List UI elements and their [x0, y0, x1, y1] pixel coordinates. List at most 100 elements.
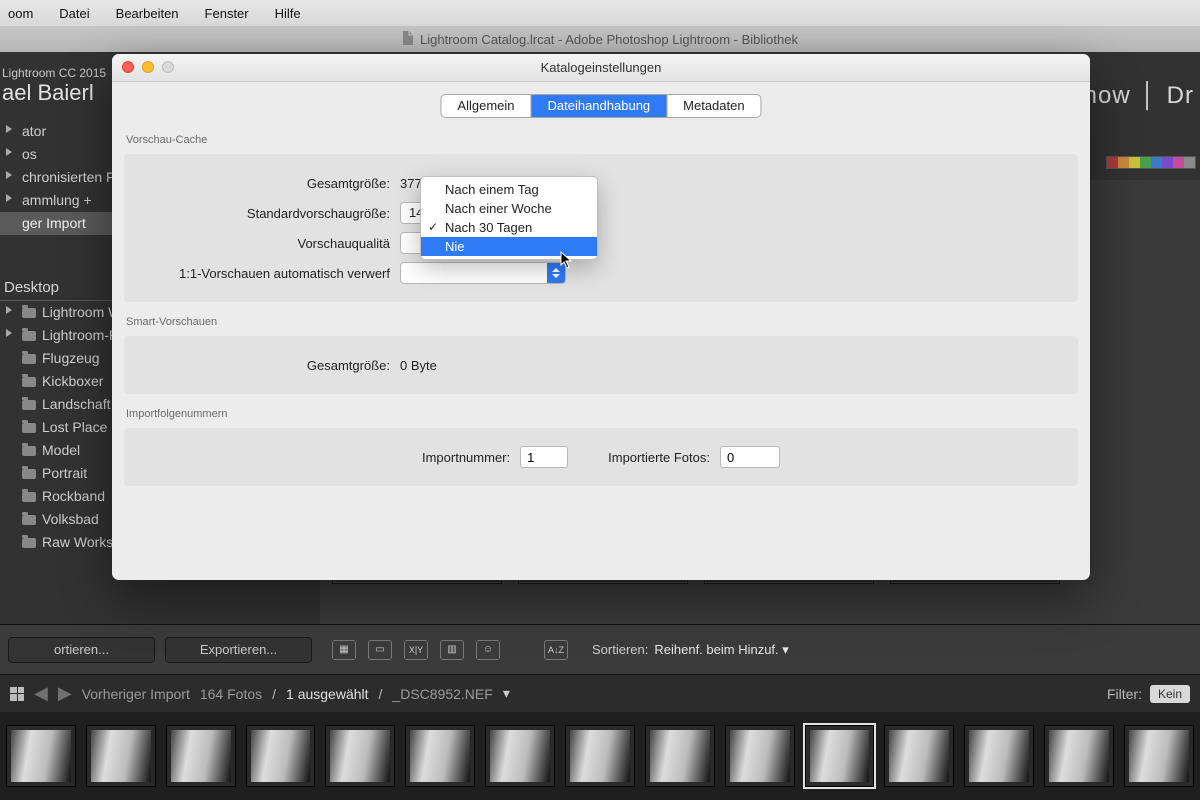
- discard-11-popup-menu[interactable]: Nach einem TagNach einer WocheNach 30 Ta…: [420, 176, 598, 260]
- close-icon[interactable]: [122, 61, 134, 73]
- discard-11-select[interactable]: [400, 262, 566, 284]
- menu-oom[interactable]: oom: [4, 4, 37, 23]
- breadcrumb-collection[interactable]: Vorheriger Import: [82, 686, 190, 702]
- color-label-swatches[interactable]: [1106, 156, 1196, 169]
- smart-size-label: Gesamtgröße:: [144, 358, 400, 373]
- filmstrip-thumb[interactable]: [1044, 725, 1114, 787]
- tab-allgemein[interactable]: Allgemein: [441, 95, 531, 117]
- sort-direction-icon[interactable]: A↓Z: [544, 640, 568, 660]
- import-number-field[interactable]: [520, 446, 568, 468]
- filmstrip-thumb[interactable]: [565, 725, 635, 787]
- popup-option[interactable]: Nach einem Tag: [421, 180, 597, 199]
- section-preview-cache: Gesamtgröße: 377 MB Standardvorschaugröß…: [124, 154, 1078, 302]
- sort-value[interactable]: Reihenf. beim Hinzuf. ▾: [654, 642, 788, 658]
- menu-bearbeiten[interactable]: Bearbeiten: [112, 4, 183, 23]
- chevron-down-icon[interactable]: ▾: [503, 685, 510, 702]
- grid-view-icon[interactable]: ▦: [332, 640, 356, 660]
- section-preview-cache-title: Vorschau-Cache: [126, 134, 1078, 146]
- cursor-icon: [560, 251, 574, 269]
- color-swatch[interactable]: [1173, 157, 1184, 168]
- import-export-bar: ortieren... Exportieren...: [0, 624, 320, 674]
- filmstrip-thumb[interactable]: [405, 725, 475, 787]
- chevron-down-icon: ▾: [782, 642, 789, 657]
- filmstrip-thumb[interactable]: [166, 725, 236, 787]
- import-number-label: Importnummer:: [422, 450, 510, 465]
- folder-icon: [22, 308, 36, 318]
- filmstrip-header: ◀ ▶ Vorheriger Import 164 Fotos/ 1 ausge…: [0, 674, 1200, 712]
- second-monitor-icon[interactable]: [10, 687, 24, 701]
- folder-icon: [22, 331, 36, 341]
- filmstrip-thumb[interactable]: [246, 725, 316, 787]
- section-import-numbers: Importnummer: Importierte Fotos:: [124, 428, 1078, 486]
- popup-option[interactable]: Nach 30 Tagen: [421, 218, 597, 237]
- folder-icon: [22, 538, 36, 548]
- tab-metadaten[interactable]: Metadaten: [667, 95, 760, 117]
- color-swatch[interactable]: [1151, 157, 1162, 168]
- idplate-line1: Lightroom CC 2015: [0, 66, 120, 80]
- color-swatch[interactable]: [1162, 157, 1173, 168]
- minimize-icon[interactable]: [142, 61, 154, 73]
- doc-icon: [402, 31, 414, 48]
- menu-hilfe[interactable]: Hilfe: [271, 4, 305, 23]
- compare-xy-icon[interactable]: X|Y: [404, 640, 428, 660]
- catalog-settings-dialog: Katalogeinstellungen AllgemeinDateihandh…: [112, 54, 1090, 580]
- color-swatch[interactable]: [1184, 157, 1195, 168]
- total-size-label: Gesamtgröße:: [144, 176, 400, 191]
- folder-icon: [22, 515, 36, 525]
- breadcrumb-filename: _DSC8952.NEF: [392, 686, 492, 702]
- people-view-icon[interactable]: ☺: [476, 640, 500, 660]
- imported-photos-field[interactable]: [720, 446, 780, 468]
- filmstrip-thumb[interactable]: [6, 725, 76, 787]
- menu-fenster[interactable]: Fenster: [201, 4, 253, 23]
- filmstrip-thumb[interactable]: [805, 725, 875, 787]
- discard-11-label: 1:1-Vorschauen automatisch verwerf: [144, 266, 400, 281]
- breadcrumb-count: 164 Fotos: [200, 686, 262, 702]
- color-swatch[interactable]: [1129, 157, 1140, 168]
- filmstrip-thumb[interactable]: [86, 725, 156, 787]
- menu-datei[interactable]: Datei: [55, 4, 93, 23]
- preview-quality-label: Vorschauqualitä: [144, 236, 400, 251]
- filter-preset-button[interactable]: Kein: [1150, 685, 1190, 703]
- nav-back-icon[interactable]: ◀: [34, 683, 48, 704]
- window-title: Lightroom Catalog.lrcat - Adobe Photosho…: [420, 32, 798, 47]
- dialog-title: Katalogeinstellungen: [541, 60, 662, 75]
- filmstrip-thumb[interactable]: [485, 725, 555, 787]
- sort-label: Sortieren:: [592, 642, 648, 657]
- dialog-titlebar: Katalogeinstellungen: [112, 54, 1090, 82]
- filmstrip-thumb[interactable]: [645, 725, 715, 787]
- idplate-line2: ael Baierl: [0, 80, 120, 106]
- module-item[interactable]: │: [1141, 82, 1157, 109]
- filmstrip-thumb[interactable]: [325, 725, 395, 787]
- color-swatch[interactable]: [1140, 157, 1151, 168]
- menubar: oom Datei Bearbeiten Fenster Hilfe: [0, 0, 1200, 26]
- folder-icon: [22, 354, 36, 364]
- color-swatch[interactable]: [1118, 157, 1129, 168]
- folder-icon: [22, 377, 36, 387]
- imported-photos-label: Importierte Fotos:: [608, 450, 710, 465]
- survey-view-icon[interactable]: ▥: [440, 640, 464, 660]
- filmstrip-thumb[interactable]: [725, 725, 795, 787]
- zoom-icon: [162, 61, 174, 73]
- filmstrip-thumb[interactable]: [964, 725, 1034, 787]
- filmstrip-thumb[interactable]: [1124, 725, 1194, 787]
- section-smart-previews-title: Smart-Vorschauen: [126, 316, 1078, 328]
- color-swatch[interactable]: [1107, 157, 1118, 168]
- export-button[interactable]: Exportieren...: [165, 637, 312, 663]
- folder-icon: [22, 469, 36, 479]
- nav-fwd-icon[interactable]: ▶: [58, 683, 72, 704]
- filter-label: Filter:: [1107, 686, 1142, 702]
- popup-option[interactable]: Nach einer Woche: [421, 199, 597, 218]
- import-button[interactable]: ortieren...: [8, 637, 155, 663]
- folder-icon: [22, 400, 36, 410]
- filmstrip-thumb[interactable]: [884, 725, 954, 787]
- loupe-view-icon[interactable]: ▭: [368, 640, 392, 660]
- tab-dateihandhabung[interactable]: Dateihandhabung: [532, 95, 668, 117]
- folder-icon: [22, 423, 36, 433]
- smart-size-value: 0 Byte: [400, 358, 460, 373]
- folder-icon: [22, 446, 36, 456]
- grid-toolbar: ▦ ▭ X|Y ▥ ☺ A↓Z Sortieren: Reihenf. beim…: [320, 624, 1200, 674]
- module-item[interactable]: Dr: [1167, 82, 1194, 109]
- window-titlebar: Lightroom Catalog.lrcat - Adobe Photosho…: [0, 26, 1200, 52]
- traffic-lights: [122, 61, 174, 73]
- filmstrip[interactable]: [0, 712, 1200, 800]
